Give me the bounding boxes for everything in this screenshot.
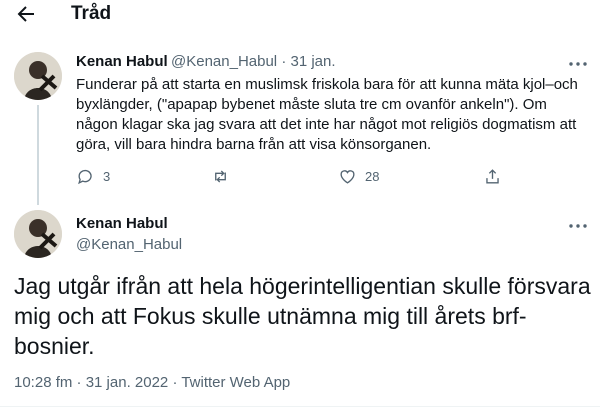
more-options-button[interactable] bbox=[567, 219, 589, 233]
arrow-left-icon bbox=[17, 6, 34, 22]
reply-button[interactable]: 3 bbox=[76, 167, 110, 186]
tweet-date[interactable]: 31 jan. bbox=[290, 53, 335, 70]
reply-count: 3 bbox=[103, 169, 111, 184]
like-button[interactable]: 28 bbox=[338, 167, 379, 186]
retweet-button[interactable] bbox=[211, 167, 238, 186]
comment-icon bbox=[78, 169, 92, 185]
thread-header: Tråd bbox=[0, 0, 600, 30]
avatar[interactable] bbox=[14, 52, 62, 100]
avatar-image bbox=[14, 52, 62, 100]
author-handle[interactable]: @Kenan_Habul · 31 jan. bbox=[171, 53, 336, 70]
share-button[interactable] bbox=[483, 167, 510, 186]
author-name[interactable]: Kenan Habul bbox=[76, 53, 168, 70]
back-button[interactable] bbox=[14, 2, 38, 26]
more-icon bbox=[569, 224, 587, 228]
tweet-timestamp[interactable]: 10:28 fm · 31 jan. 2022 · Twitter Web Ap… bbox=[14, 374, 290, 391]
author-handle[interactable]: @Kenan_Habul bbox=[76, 236, 182, 253]
like-count: 28 bbox=[365, 169, 380, 184]
more-options-button[interactable] bbox=[567, 57, 589, 71]
heart-icon bbox=[340, 170, 355, 184]
handle-text: @Kenan_Habul bbox=[171, 53, 278, 70]
avatar-image bbox=[14, 210, 62, 258]
main-tweet-text: Jag utgår ifrån att hela högerintelligen… bbox=[14, 273, 591, 359]
thread-connector-line bbox=[37, 105, 39, 205]
more-icon bbox=[569, 62, 587, 66]
tweet-text: Funderar på att starta en muslimsk frisk… bbox=[76, 76, 578, 153]
avatar[interactable] bbox=[14, 210, 62, 258]
divider bbox=[0, 406, 600, 407]
share-icon bbox=[486, 169, 499, 184]
separator: · bbox=[281, 53, 287, 70]
page-title: Tråd bbox=[71, 3, 112, 24]
author-name[interactable]: Kenan Habul bbox=[76, 215, 168, 232]
retweet-icon bbox=[215, 170, 226, 183]
